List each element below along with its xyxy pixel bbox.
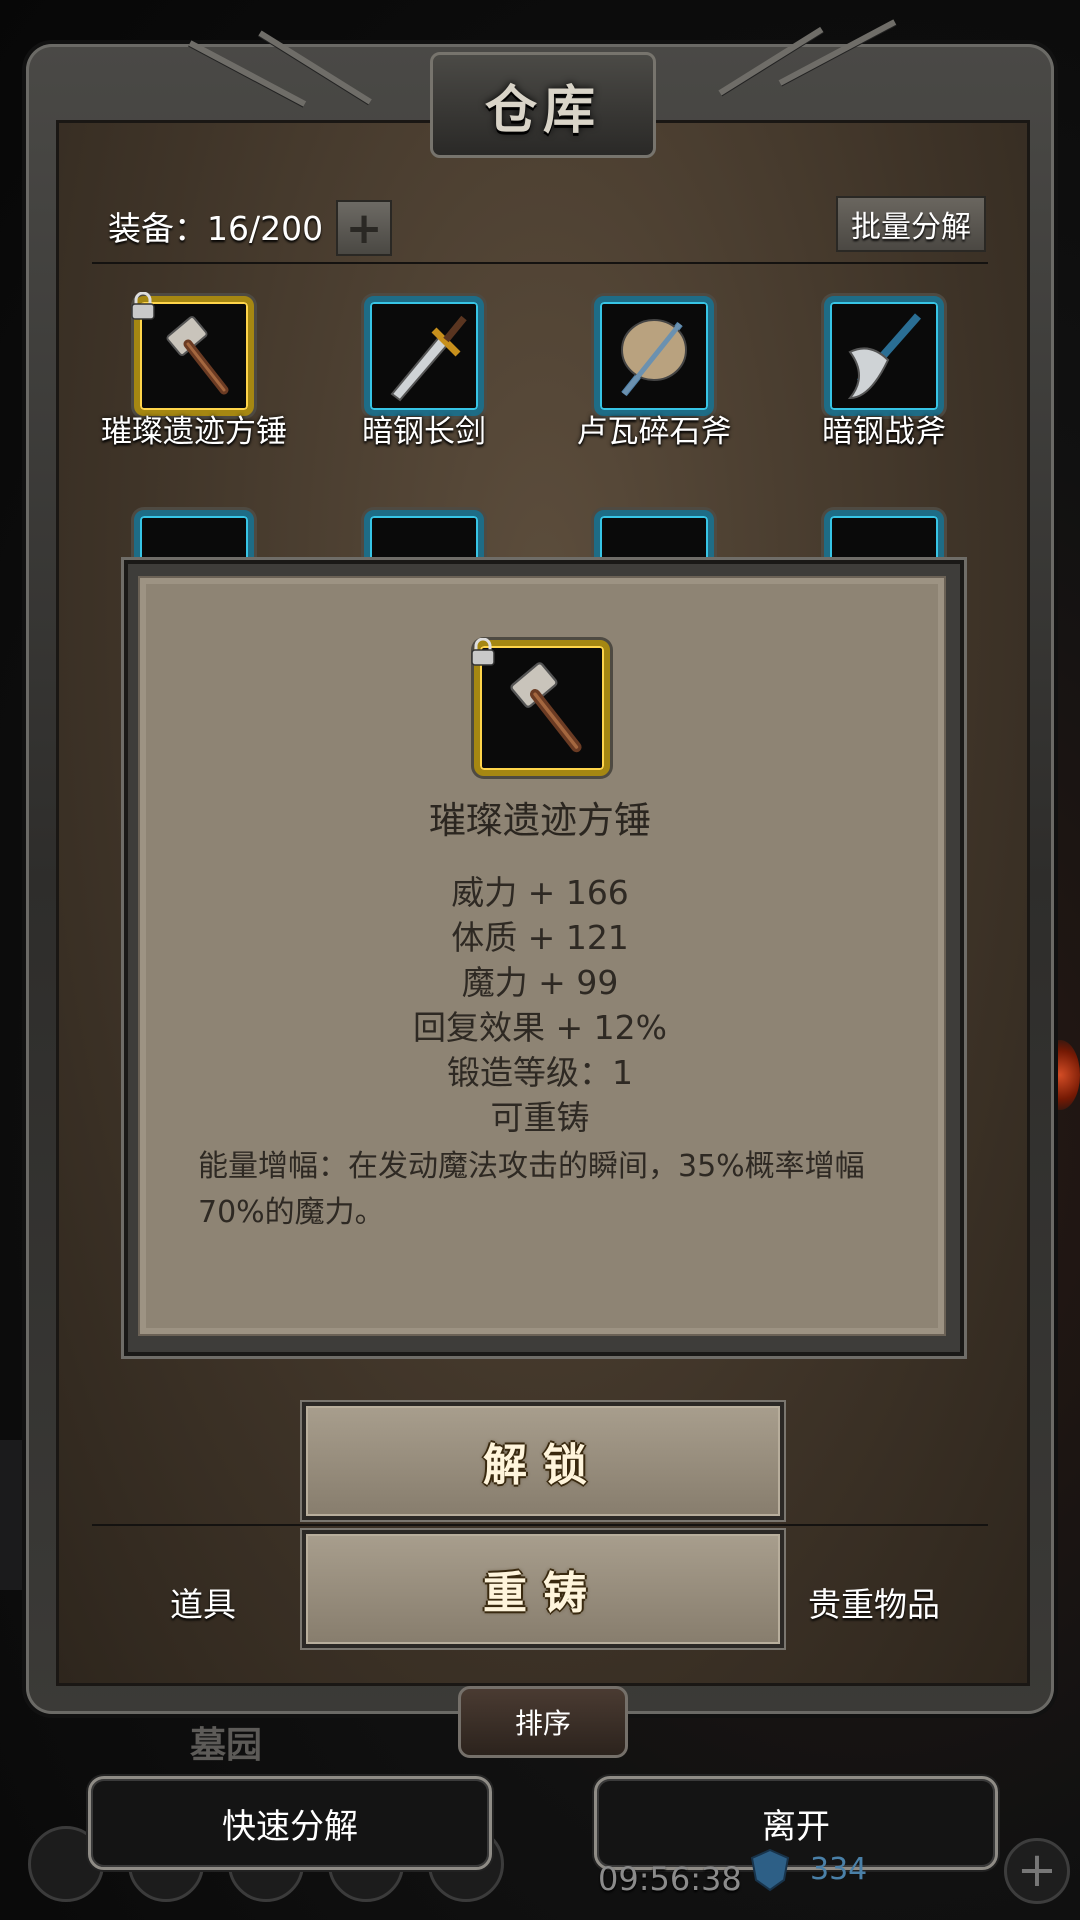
detail-item-name: 璀璨遗迹方锤 (429, 799, 651, 842)
equipment-count: 装备：16/200 (108, 209, 324, 248)
lock-icon (131, 292, 155, 320)
item-slot-sword[interactable] (364, 296, 484, 416)
item-name: 璀璨遗迹方锤 (101, 414, 287, 450)
batch-decompose-button[interactable]: 批量分解 (836, 196, 986, 252)
leave-button[interactable]: 离开 (594, 1776, 998, 1870)
stat-line: 体质 + 121 (451, 918, 629, 957)
stat-line: 魔力 + 99 (461, 963, 619, 1002)
item-name: 卢瓦碎石斧 (576, 414, 732, 450)
hammer-icon (510, 662, 582, 753)
tabs-divider (92, 1524, 988, 1526)
item-slot-battle-axe[interactable] (824, 296, 944, 416)
item-name: 暗钢战斧 (822, 414, 946, 450)
gem-count: 334 (810, 1852, 868, 1887)
tab-items[interactable]: 道具 (170, 1578, 236, 1626)
item-slot-double-axe[interactable] (594, 296, 714, 416)
lock-icon (471, 638, 495, 666)
background-location-label: 墓园 (190, 1725, 263, 1766)
add-currency-button[interactable]: + (1004, 1838, 1070, 1904)
page-title: 仓库 (484, 79, 601, 141)
hammer-icon (166, 316, 229, 395)
shield-gem-icon (750, 1848, 790, 1892)
sort-button[interactable]: 排序 (458, 1686, 628, 1758)
stat-line: 回复效果 + 12% (413, 1008, 667, 1047)
stat-line: 威力 + 166 (451, 873, 629, 912)
clock-display: 09:56:38 (598, 1860, 742, 1898)
item-name: 暗钢长剑 (362, 414, 486, 450)
stat-line: 锻造等级：1 (447, 1053, 633, 1092)
double-axe-icon (621, 319, 687, 397)
quick-decompose-button[interactable]: 快速分解 (88, 1776, 492, 1870)
stat-line: 可重铸 (490, 1098, 590, 1137)
header-divider (92, 262, 988, 264)
tab-valuables[interactable]: 贵重物品 (808, 1578, 940, 1626)
battle-axe-icon (847, 313, 922, 400)
title-plate: 仓库 (430, 52, 656, 158)
expand-capacity-button[interactable]: + (336, 200, 392, 256)
reforge-button[interactable]: 重铸 (302, 1530, 784, 1648)
item-description: 能量增幅：在发动魔法攻击的瞬间，35%概率增幅70%的魔力。 (198, 1149, 865, 1230)
sword-icon (390, 315, 467, 402)
unlock-button[interactable]: 解锁 (302, 1402, 784, 1520)
